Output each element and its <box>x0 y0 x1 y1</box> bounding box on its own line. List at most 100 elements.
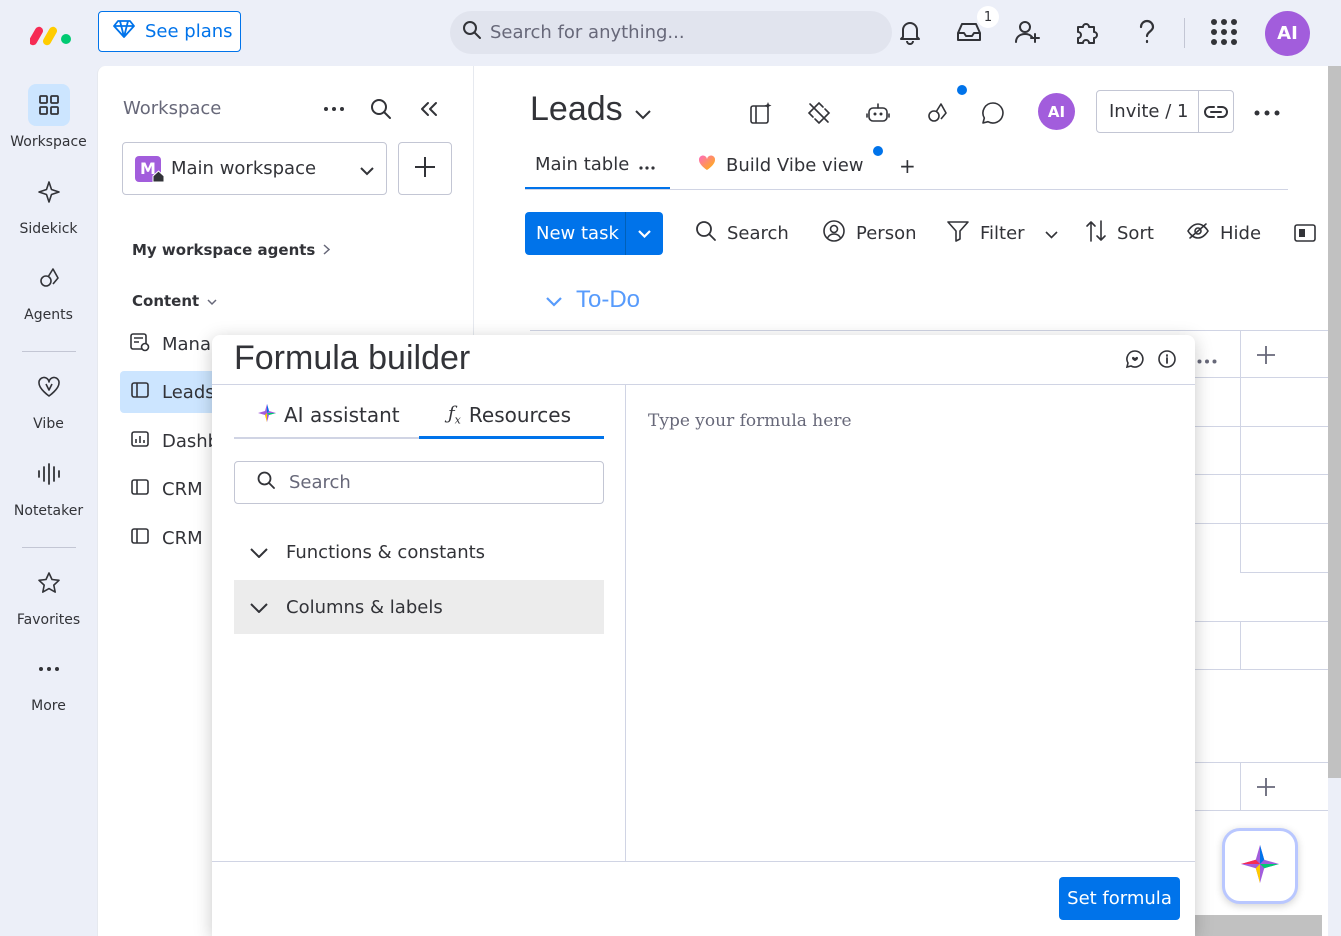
sort-icon <box>1085 219 1107 248</box>
add-column-plus-icon[interactable] <box>1256 777 1276 801</box>
diamond-icon <box>113 19 135 44</box>
tab-main-table[interactable]: Main table <box>525 142 670 189</box>
search-icon <box>462 20 482 45</box>
tab-build-vibe-view[interactable]: Build Vibe view <box>698 142 864 189</box>
monday-logo-icon[interactable] <box>29 20 74 46</box>
resources-search-placeholder: Search <box>289 472 351 493</box>
table-row-divider <box>1195 762 1328 763</box>
formula-builder-dialog: Formula builder AI assistant ƒx Resource… <box>212 335 1195 936</box>
puzzle-icon[interactable] <box>1072 16 1102 48</box>
search-icon <box>695 220 717 247</box>
topbar-divider <box>1184 18 1185 48</box>
workspace-selector[interactable]: M Main workspace <box>122 142 387 195</box>
home-icon <box>152 167 165 186</box>
invite-label: Invite / 1 <box>1097 91 1200 132</box>
set-formula-button[interactable]: Set formula <box>1059 877 1180 920</box>
info-icon[interactable] <box>1155 347 1179 371</box>
toolbar-filter-button[interactable]: Filter <box>946 218 1058 248</box>
workspace-badge: M <box>135 155 165 182</box>
formula-editor[interactable]: Type your formula here <box>648 411 852 431</box>
rail-item-favorites[interactable]: Favorites <box>0 562 97 628</box>
toolbar-search-button[interactable]: Search <box>695 218 789 248</box>
horizontal-scrollbar[interactable] <box>1194 915 1322 936</box>
toolbar-person-button[interactable]: Person <box>822 218 917 248</box>
add-item-button[interactable] <box>398 142 452 195</box>
user-avatar[interactable]: AI <box>1265 11 1310 56</box>
star-icon <box>28 562 70 604</box>
more-dots-icon[interactable] <box>1197 349 1217 368</box>
toolbar-sort-button[interactable]: Sort <box>1085 218 1154 248</box>
more-dots-icon[interactable] <box>639 154 655 175</box>
rail-item-agents[interactable]: Agents <box>0 257 97 323</box>
group-title-todo[interactable]: To-Do <box>546 286 640 314</box>
table-row-divider <box>1195 426 1328 427</box>
group-by-icon[interactable] <box>1294 218 1316 248</box>
new-task-button[interactable]: New task <box>525 212 663 255</box>
board-icon <box>130 527 150 550</box>
add-view-button[interactable]: + <box>899 142 916 189</box>
rail-label: Favorites <box>16 612 81 628</box>
chevron-down-icon <box>207 292 217 310</box>
copy-link-icon[interactable] <box>1199 105 1233 119</box>
tab-resources[interactable]: ƒx Resources <box>448 391 571 439</box>
heart-icon <box>28 366 70 408</box>
global-search-placeholder: Search for anything... <box>490 22 685 43</box>
tab-label: AI assistant <box>284 403 400 427</box>
plus-icon <box>414 156 436 182</box>
rail-label: More <box>31 698 66 714</box>
content-section-toggle[interactable]: Content <box>132 292 217 310</box>
tree-item-label: Leads <box>162 381 215 403</box>
toolbar-hide-button[interactable]: Hide <box>1186 218 1261 248</box>
board-user-avatar[interactable]: AI <box>1038 93 1075 130</box>
collapse-panel-icon[interactable] <box>414 94 444 124</box>
rail-divider <box>22 547 76 548</box>
group-title-text: To-Do <box>576 286 641 313</box>
see-plans-label: See plans <box>145 21 233 42</box>
chevron-down-icon[interactable] <box>1045 223 1058 244</box>
bell-icon[interactable] <box>895 16 925 48</box>
ai-sparkle-icon <box>258 403 276 427</box>
robot-icon[interactable] <box>863 98 893 128</box>
table-column-divider <box>1240 621 1241 669</box>
ai-assistant-fab[interactable] <box>1222 828 1298 904</box>
see-plans-button[interactable]: See plans <box>98 11 241 52</box>
panel-divider <box>625 385 626 861</box>
invite-member-icon[interactable] <box>1013 16 1043 48</box>
help-icon[interactable] <box>1132 16 1162 48</box>
rail-item-more[interactable]: More <box>0 648 97 714</box>
chevron-down-icon <box>250 597 268 618</box>
invite-button[interactable]: Invite / 1 <box>1096 90 1234 133</box>
integrations-icon[interactable] <box>804 98 834 128</box>
rail-item-workspace[interactable]: Workspace <box>0 84 97 150</box>
rail-item-sidekick[interactable]: Sidekick <box>0 171 97 237</box>
new-task-label: New task <box>536 223 619 244</box>
agents-icon[interactable] <box>922 98 952 128</box>
rail-item-vibe[interactable]: Vibe <box>0 366 97 432</box>
footer-divider <box>212 861 1195 862</box>
tab-label: Main table <box>535 154 630 175</box>
functions-constants-section[interactable]: Functions & constants <box>234 525 604 579</box>
vertical-scrollbar[interactable] <box>1328 66 1341 778</box>
add-column-plus-icon[interactable] <box>1256 345 1276 369</box>
rail-item-notetaker[interactable]: Notetaker <box>0 453 97 519</box>
tab-ai-assistant[interactable]: AI assistant <box>258 391 400 439</box>
resources-search-input[interactable]: Search <box>234 461 604 504</box>
ai-board-icon[interactable] <box>746 98 776 128</box>
soundwave-icon <box>28 453 70 495</box>
more-dots-icon <box>28 648 70 690</box>
workspace-agents-link[interactable]: My workspace agents <box>132 241 331 259</box>
agents-icon <box>28 257 70 299</box>
chevron-down-icon[interactable] <box>546 286 562 314</box>
more-dots-icon[interactable] <box>319 94 349 124</box>
search-icon[interactable] <box>366 94 396 124</box>
columns-labels-section[interactable]: Columns & labels <box>234 580 604 634</box>
rail-label: Agents <box>24 307 73 323</box>
comment-icon[interactable] <box>978 98 1008 128</box>
board-title[interactable]: Leads <box>530 90 651 129</box>
more-dots-icon[interactable] <box>1252 98 1282 128</box>
apps-grid-icon[interactable] <box>1209 16 1239 48</box>
chevron-down-icon[interactable] <box>625 212 663 255</box>
tree-item-label: CRM <box>162 527 203 549</box>
feedback-icon[interactable] <box>1123 347 1147 371</box>
global-search-input[interactable]: Search for anything... <box>450 11 892 54</box>
